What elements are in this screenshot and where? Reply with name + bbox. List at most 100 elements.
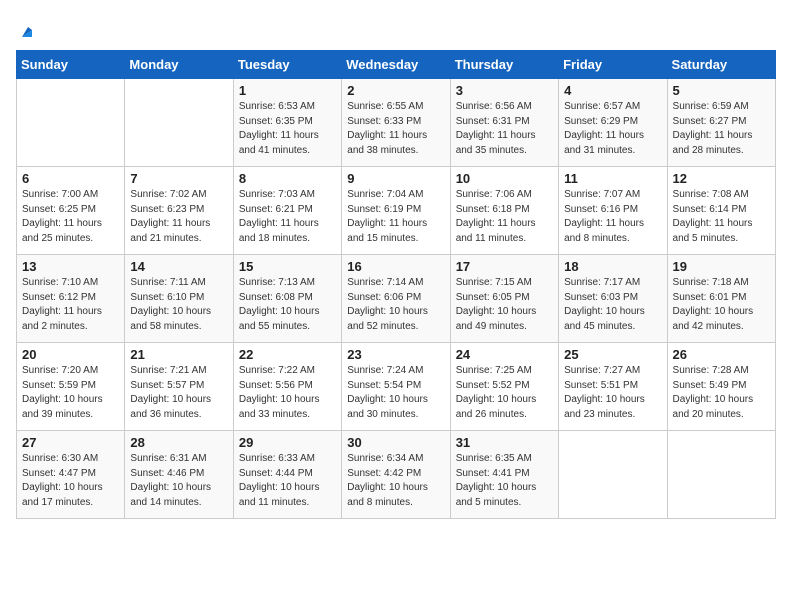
day-info: Sunrise: 6:34 AMSunset: 4:42 PMDaylight:…: [347, 452, 444, 510]
day-info: Sunrise: 7:24 AMSunset: 5:54 PMDaylight:…: [347, 364, 444, 422]
calendar-cell: 13 Sunrise: 7:10 AMSunset: 6:12 PMDaylig…: [17, 255, 125, 343]
calendar-cell: 17 Sunrise: 7:15 AMSunset: 6:05 PMDaylig…: [450, 255, 558, 343]
day-info: Sunrise: 7:00 AMSunset: 6:25 PMDaylight:…: [22, 188, 119, 246]
day-info: Sunrise: 7:15 AMSunset: 6:05 PMDaylight:…: [456, 276, 553, 334]
calendar-table: SundayMondayTuesdayWednesdayThursdayFrid…: [16, 50, 776, 519]
day-number: 5: [673, 83, 770, 98]
day-info: Sunrise: 6:31 AMSunset: 4:46 PMDaylight:…: [130, 452, 227, 510]
calendar-cell: 3 Sunrise: 6:56 AMSunset: 6:31 PMDayligh…: [450, 79, 558, 167]
day-info: Sunrise: 7:08 AMSunset: 6:14 PMDaylight:…: [673, 188, 770, 246]
calendar-cell: 28 Sunrise: 6:31 AMSunset: 4:46 PMDaylig…: [125, 431, 233, 519]
day-header-wednesday: Wednesday: [342, 51, 450, 79]
day-header-thursday: Thursday: [450, 51, 558, 79]
calendar-cell: [559, 431, 667, 519]
day-info: Sunrise: 7:21 AMSunset: 5:57 PMDaylight:…: [130, 364, 227, 422]
header: [16, 16, 776, 38]
calendar-cell: 29 Sunrise: 6:33 AMSunset: 4:44 PMDaylig…: [233, 431, 341, 519]
day-number: 26: [673, 347, 770, 362]
calendar-week-3: 13 Sunrise: 7:10 AMSunset: 6:12 PMDaylig…: [17, 255, 776, 343]
day-number: 22: [239, 347, 336, 362]
calendar-cell: 23 Sunrise: 7:24 AMSunset: 5:54 PMDaylig…: [342, 343, 450, 431]
calendar-header: SundayMondayTuesdayWednesdayThursdayFrid…: [17, 51, 776, 79]
day-number: 23: [347, 347, 444, 362]
day-info: Sunrise: 7:13 AMSunset: 6:08 PMDaylight:…: [239, 276, 336, 334]
day-info: Sunrise: 7:03 AMSunset: 6:21 PMDaylight:…: [239, 188, 336, 246]
day-number: 12: [673, 171, 770, 186]
day-header-monday: Monday: [125, 51, 233, 79]
day-header-sunday: Sunday: [17, 51, 125, 79]
day-info: Sunrise: 7:25 AMSunset: 5:52 PMDaylight:…: [456, 364, 553, 422]
calendar-cell: 18 Sunrise: 7:17 AMSunset: 6:03 PMDaylig…: [559, 255, 667, 343]
day-number: 29: [239, 435, 336, 450]
calendar-cell: 9 Sunrise: 7:04 AMSunset: 6:19 PMDayligh…: [342, 167, 450, 255]
day-number: 3: [456, 83, 553, 98]
calendar-cell: 14 Sunrise: 7:11 AMSunset: 6:10 PMDaylig…: [125, 255, 233, 343]
day-info: Sunrise: 7:06 AMSunset: 6:18 PMDaylight:…: [456, 188, 553, 246]
calendar-cell: [17, 79, 125, 167]
day-number: 18: [564, 259, 661, 274]
calendar-week-2: 6 Sunrise: 7:00 AMSunset: 6:25 PMDayligh…: [17, 167, 776, 255]
logo: [16, 16, 36, 38]
day-info: Sunrise: 7:02 AMSunset: 6:23 PMDaylight:…: [130, 188, 227, 246]
calendar-cell: 19 Sunrise: 7:18 AMSunset: 6:01 PMDaylig…: [667, 255, 775, 343]
logo-icon: [18, 23, 36, 41]
calendar-cell: 20 Sunrise: 7:20 AMSunset: 5:59 PMDaylig…: [17, 343, 125, 431]
day-info: Sunrise: 7:17 AMSunset: 6:03 PMDaylight:…: [564, 276, 661, 334]
day-info: Sunrise: 6:56 AMSunset: 6:31 PMDaylight:…: [456, 100, 553, 158]
day-info: Sunrise: 6:35 AMSunset: 4:41 PMDaylight:…: [456, 452, 553, 510]
day-number: 16: [347, 259, 444, 274]
day-number: 19: [673, 259, 770, 274]
day-info: Sunrise: 6:59 AMSunset: 6:27 PMDaylight:…: [673, 100, 770, 158]
calendar-week-5: 27 Sunrise: 6:30 AMSunset: 4:47 PMDaylig…: [17, 431, 776, 519]
day-number: 21: [130, 347, 227, 362]
day-info: Sunrise: 7:11 AMSunset: 6:10 PMDaylight:…: [130, 276, 227, 334]
day-info: Sunrise: 7:07 AMSunset: 6:16 PMDaylight:…: [564, 188, 661, 246]
calendar-cell: 10 Sunrise: 7:06 AMSunset: 6:18 PMDaylig…: [450, 167, 558, 255]
calendar-cell: 30 Sunrise: 6:34 AMSunset: 4:42 PMDaylig…: [342, 431, 450, 519]
day-number: 7: [130, 171, 227, 186]
calendar-cell: [125, 79, 233, 167]
day-number: 10: [456, 171, 553, 186]
calendar-cell: 8 Sunrise: 7:03 AMSunset: 6:21 PMDayligh…: [233, 167, 341, 255]
day-number: 31: [456, 435, 553, 450]
day-number: 8: [239, 171, 336, 186]
day-number: 25: [564, 347, 661, 362]
calendar-cell: 26 Sunrise: 7:28 AMSunset: 5:49 PMDaylig…: [667, 343, 775, 431]
calendar-cell: 22 Sunrise: 7:22 AMSunset: 5:56 PMDaylig…: [233, 343, 341, 431]
day-number: 4: [564, 83, 661, 98]
day-number: 13: [22, 259, 119, 274]
day-info: Sunrise: 6:30 AMSunset: 4:47 PMDaylight:…: [22, 452, 119, 510]
day-number: 28: [130, 435, 227, 450]
day-number: 30: [347, 435, 444, 450]
day-info: Sunrise: 7:20 AMSunset: 5:59 PMDaylight:…: [22, 364, 119, 422]
day-info: Sunrise: 6:57 AMSunset: 6:29 PMDaylight:…: [564, 100, 661, 158]
calendar-cell: 25 Sunrise: 7:27 AMSunset: 5:51 PMDaylig…: [559, 343, 667, 431]
calendar-cell: 27 Sunrise: 6:30 AMSunset: 4:47 PMDaylig…: [17, 431, 125, 519]
calendar-cell: 5 Sunrise: 6:59 AMSunset: 6:27 PMDayligh…: [667, 79, 775, 167]
day-info: Sunrise: 7:14 AMSunset: 6:06 PMDaylight:…: [347, 276, 444, 334]
day-info: Sunrise: 7:22 AMSunset: 5:56 PMDaylight:…: [239, 364, 336, 422]
day-info: Sunrise: 6:53 AMSunset: 6:35 PMDaylight:…: [239, 100, 336, 158]
day-number: 15: [239, 259, 336, 274]
day-number: 6: [22, 171, 119, 186]
day-number: 20: [22, 347, 119, 362]
day-number: 14: [130, 259, 227, 274]
calendar-cell: 2 Sunrise: 6:55 AMSunset: 6:33 PMDayligh…: [342, 79, 450, 167]
day-info: Sunrise: 7:28 AMSunset: 5:49 PMDaylight:…: [673, 364, 770, 422]
day-number: 11: [564, 171, 661, 186]
day-number: 27: [22, 435, 119, 450]
day-info: Sunrise: 6:55 AMSunset: 6:33 PMDaylight:…: [347, 100, 444, 158]
calendar-cell: 7 Sunrise: 7:02 AMSunset: 6:23 PMDayligh…: [125, 167, 233, 255]
day-header-friday: Friday: [559, 51, 667, 79]
day-info: Sunrise: 7:04 AMSunset: 6:19 PMDaylight:…: [347, 188, 444, 246]
day-info: Sunrise: 6:33 AMSunset: 4:44 PMDaylight:…: [239, 452, 336, 510]
calendar-cell: 6 Sunrise: 7:00 AMSunset: 6:25 PMDayligh…: [17, 167, 125, 255]
day-number: 17: [456, 259, 553, 274]
calendar-cell: 16 Sunrise: 7:14 AMSunset: 6:06 PMDaylig…: [342, 255, 450, 343]
calendar-cell: 15 Sunrise: 7:13 AMSunset: 6:08 PMDaylig…: [233, 255, 341, 343]
calendar-cell: 4 Sunrise: 6:57 AMSunset: 6:29 PMDayligh…: [559, 79, 667, 167]
calendar-cell: 31 Sunrise: 6:35 AMSunset: 4:41 PMDaylig…: [450, 431, 558, 519]
calendar-week-1: 1 Sunrise: 6:53 AMSunset: 6:35 PMDayligh…: [17, 79, 776, 167]
calendar-week-4: 20 Sunrise: 7:20 AMSunset: 5:59 PMDaylig…: [17, 343, 776, 431]
calendar-cell: 21 Sunrise: 7:21 AMSunset: 5:57 PMDaylig…: [125, 343, 233, 431]
